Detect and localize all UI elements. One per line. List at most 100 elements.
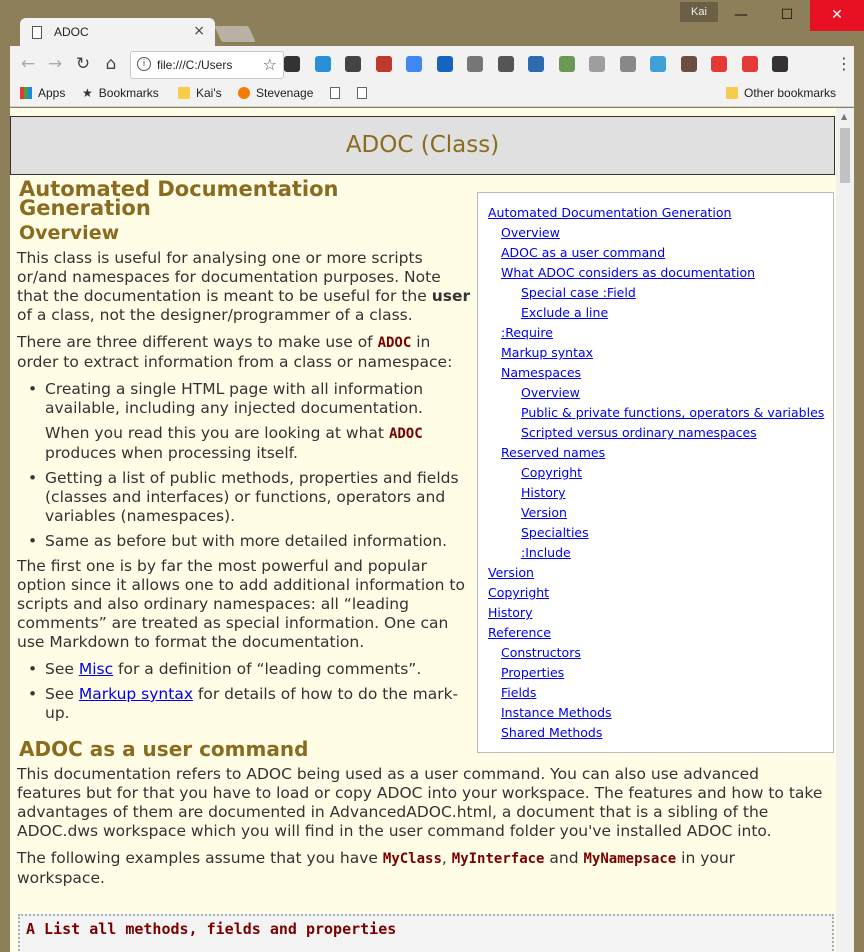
bookmark-apps[interactable]: Apps — [20, 86, 65, 100]
toc-link[interactable]: Special case :Field — [488, 283, 833, 303]
bookmark-kais-label: Kai's — [196, 86, 222, 100]
browser-menu-icon[interactable]: ⋮ — [836, 54, 852, 73]
toc-link[interactable]: :Include — [488, 543, 833, 563]
s-extension-icon[interactable] — [650, 56, 666, 72]
brush-extension-icon[interactable] — [680, 56, 697, 72]
close-window-button[interactable]: ✕ — [810, 0, 864, 31]
table-of-contents: Automated Documentation Generation Overvi… — [477, 192, 834, 753]
translate-extension-icon[interactable] — [406, 56, 422, 72]
new-tab-button[interactable] — [214, 26, 256, 42]
stop-extension-icon[interactable] — [711, 56, 727, 72]
folder-icon — [726, 87, 738, 99]
back-icon[interactable]: ← — [18, 54, 38, 74]
bookmark-apps-label: Apps — [38, 86, 66, 100]
info-icon[interactable]: i — [137, 57, 151, 71]
evernote-extension-icon[interactable] — [345, 56, 361, 72]
toc-link[interactable]: History — [488, 603, 833, 623]
toc-link[interactable]: Reference — [488, 623, 833, 643]
browser-tab[interactable]: ADOC × — [20, 18, 215, 47]
address-bar[interactable]: i file:///C:/Users ☆ — [130, 51, 284, 79]
see-text: See — [45, 660, 79, 678]
toc-link[interactable]: Overview — [488, 383, 833, 403]
toc-link[interactable]: Automated Documentation Generation — [488, 203, 833, 223]
list-item-subparagraph: When you read this you are looking at wh… — [16, 424, 476, 463]
code-myinterface: MyInterface — [451, 851, 545, 867]
toc-link[interactable]: :Require — [488, 323, 833, 343]
page-content: ADOC (Class) Automated Documentation Gen… — [10, 108, 836, 952]
toc-link[interactable]: Instance Methods — [488, 703, 833, 723]
g-extension-icon[interactable] — [589, 56, 605, 72]
vertical-scrollbar[interactable]: ▲ — [836, 108, 854, 952]
toc-link[interactable]: Version — [488, 563, 833, 583]
overview-heading: Overview — [19, 222, 120, 244]
paragraph-user-command: This documentation refers to ADOC being … — [17, 765, 823, 840]
toc-link[interactable]: What ADOC considers as documentation — [488, 263, 833, 283]
screenshot-extension-icon[interactable] — [314, 56, 331, 72]
misc-link[interactable]: Misc — [79, 660, 113, 678]
toc-link[interactable]: Markup syntax — [488, 343, 833, 363]
ways-text-1: There are three different ways to make u… — [17, 333, 378, 351]
toc-link[interactable]: Public & private functions, operators & … — [488, 403, 833, 423]
toc-link[interactable]: Exclude a line — [488, 303, 833, 323]
rocket-extension-icon[interactable] — [741, 56, 758, 72]
toc-link[interactable]: Fields — [488, 683, 833, 703]
toc-link[interactable]: Copyright — [488, 583, 833, 603]
toc-link[interactable]: Reserved names — [488, 443, 833, 463]
toc-link[interactable]: History — [488, 483, 833, 503]
toc-link[interactable]: Version — [488, 503, 833, 523]
film-extension-icon[interactable] — [497, 56, 514, 72]
list-item: Creating a single HTML page with all inf… — [16, 380, 476, 418]
js-extension-icon[interactable] — [558, 56, 575, 72]
profile-button[interactable]: Kai — [680, 2, 718, 22]
book-extension-icon[interactable] — [375, 56, 392, 72]
robot-extension-icon[interactable] — [772, 56, 788, 72]
bookmark-bookmarks-label: Bookmarks — [98, 86, 159, 100]
code-mynamespace: MyNamepsace — [583, 851, 677, 867]
toc-link[interactable]: Scripted versus ordinary namespaces — [488, 423, 833, 443]
scrollbar-thumb[interactable] — [840, 128, 850, 183]
doc-title: Automated Documentation Generation — [19, 177, 339, 220]
intro-text-1: This class is useful for analysing one o… — [17, 249, 441, 305]
paragraph-examples: The following examples assume that you h… — [17, 849, 826, 888]
toc-link[interactable]: Specialties — [488, 523, 833, 543]
forward-icon[interactable]: → — [45, 54, 65, 74]
apps-grid-icon — [20, 87, 32, 99]
list-item: Getting a list of public methods, proper… — [16, 469, 476, 526]
bookmark-other[interactable]: Other bookmarks — [726, 86, 836, 100]
url-text[interactable]: file:///C:/Users — [157, 58, 232, 72]
toc-link[interactable]: Overview — [488, 223, 833, 243]
minimize-button[interactable]: — — [718, 0, 764, 31]
bookmark-page-2[interactable] — [357, 86, 373, 100]
list-item: Same as before but with more detailed in… — [16, 532, 476, 551]
see-list: See Misc for a definition of “leading co… — [16, 660, 476, 723]
bookmark-page-1[interactable] — [330, 86, 346, 100]
bookmark-stevenage[interactable]: Stevenage — [238, 86, 313, 100]
bookmark-bookmarks[interactable]: ★ Bookmarks — [82, 86, 159, 100]
pen-extension-icon[interactable] — [284, 56, 300, 72]
bookmark-kais[interactable]: Kai's — [178, 86, 222, 100]
bookmark-other-label: Other bookmarks — [744, 86, 837, 100]
capture-extension-icon[interactable] — [528, 56, 544, 72]
tab-close-icon[interactable]: × — [193, 23, 205, 39]
scroll-up-icon[interactable]: ▲ — [841, 112, 847, 121]
home-icon[interactable]: ⌂ — [101, 54, 121, 74]
ways-list: Creating a single HTML page with all inf… — [16, 380, 476, 418]
markup-syntax-link[interactable]: Markup syntax — [79, 685, 193, 703]
toc-link[interactable]: ADOC as a user command — [488, 243, 833, 263]
person-extension-icon[interactable] — [467, 56, 483, 72]
list-item: See Misc for a definition of “leading co… — [16, 660, 476, 679]
bookmark-star-icon[interactable]: ☆ — [263, 55, 277, 74]
maximize-button[interactable]: ☐ — [764, 0, 810, 31]
sub-text-2: produces when processing itself. — [45, 444, 298, 462]
reload-icon[interactable]: ↻ — [73, 54, 93, 74]
toc-link[interactable]: Copyright — [488, 463, 833, 483]
toc-link[interactable]: Namespaces — [488, 363, 833, 383]
window-extension-icon[interactable] — [619, 56, 636, 72]
see-text: for a definition of “leading comments”. — [113, 660, 422, 678]
see-text: See — [45, 685, 79, 703]
user-command-heading: ADOC as a user command — [19, 737, 309, 761]
v-extension-icon[interactable] — [436, 56, 453, 72]
list-item: See Markup syntax for details of how to … — [16, 685, 476, 723]
toc-link[interactable]: Properties — [488, 663, 833, 683]
toc-link[interactable]: Constructors — [488, 643, 833, 663]
